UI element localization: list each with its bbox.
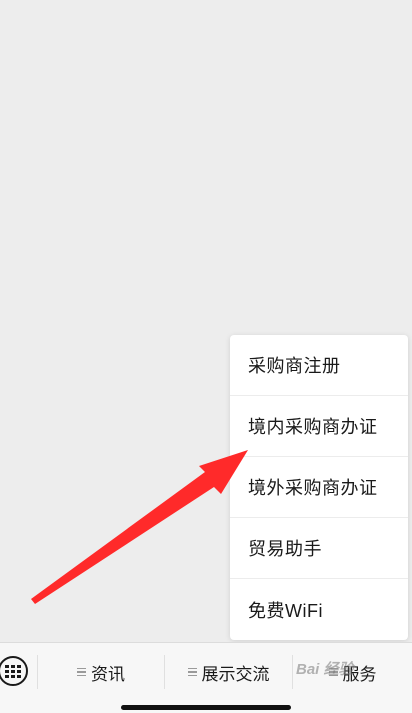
menu-lines-icon: [187, 666, 197, 679]
menu-item-domestic-buyer-certificate[interactable]: 境内采购商办证: [230, 396, 408, 457]
tab-service[interactable]: 服务: [293, 655, 412, 689]
menu-item-buyer-register[interactable]: 采购商注册: [230, 335, 408, 396]
service-popup-menu: 采购商注册 境内采购商办证 境外采购商办证 贸易助手 免费WiFi: [230, 335, 408, 640]
keyboard-icon[interactable]: [0, 656, 28, 686]
menu-lines-icon: [77, 666, 86, 679]
bottom-menu-bar: 资讯 展示交流 服务: [0, 642, 412, 713]
home-indicator: [121, 705, 291, 710]
tab-news[interactable]: 资讯: [38, 655, 164, 689]
tab-exhibition-label: 展示交流: [201, 664, 270, 684]
menu-item-free-wifi[interactable]: 免费WiFi: [230, 579, 408, 640]
menu-item-overseas-buyer-certificate[interactable]: 境外采购商办证: [230, 457, 408, 518]
tab-service-label: 服务: [342, 664, 377, 684]
menu-lines-icon: [328, 666, 338, 679]
tab-exhibition[interactable]: 展示交流: [165, 655, 292, 689]
tab-news-label: 资讯: [91, 664, 125, 684]
menu-item-trade-assistant[interactable]: 贸易助手: [230, 518, 408, 579]
